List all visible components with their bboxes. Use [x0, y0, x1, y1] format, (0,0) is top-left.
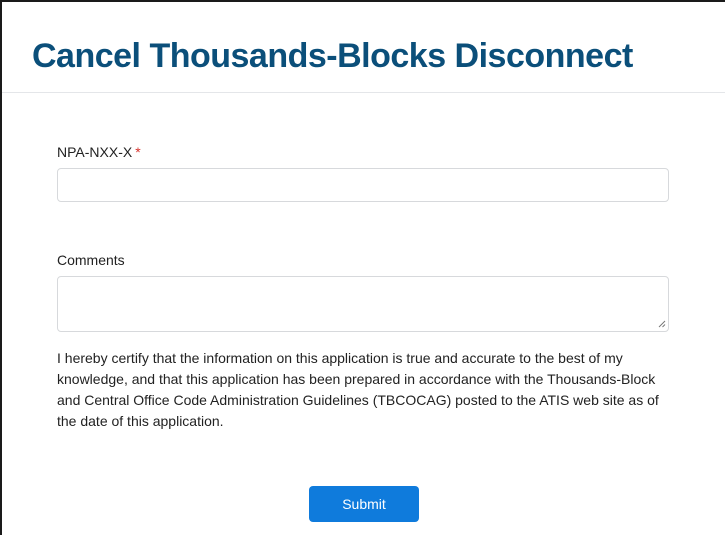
submit-button[interactable]: Submit [309, 486, 419, 522]
page-container: Cancel Thousands-Blocks Disconnect NPA-N… [0, 0, 725, 535]
npa-nxx-x-label: NPA-NXX-X * [57, 143, 141, 161]
certification-statement: I hereby certify that the information on… [57, 350, 659, 429]
npa-nxx-x-input[interactable] [57, 168, 669, 202]
page-title: Cancel Thousands-Blocks Disconnect [32, 37, 633, 75]
comments-label-text: Comments [57, 252, 125, 268]
resize-grip-icon[interactable] [658, 320, 666, 328]
npa-nxx-x-label-text: NPA-NXX-X [57, 144, 133, 160]
page-header: Cancel Thousands-Blocks Disconnect [2, 2, 725, 93]
comments-textarea[interactable] [57, 276, 669, 332]
comments-label: Comments [57, 251, 125, 269]
required-indicator: * [135, 144, 141, 160]
